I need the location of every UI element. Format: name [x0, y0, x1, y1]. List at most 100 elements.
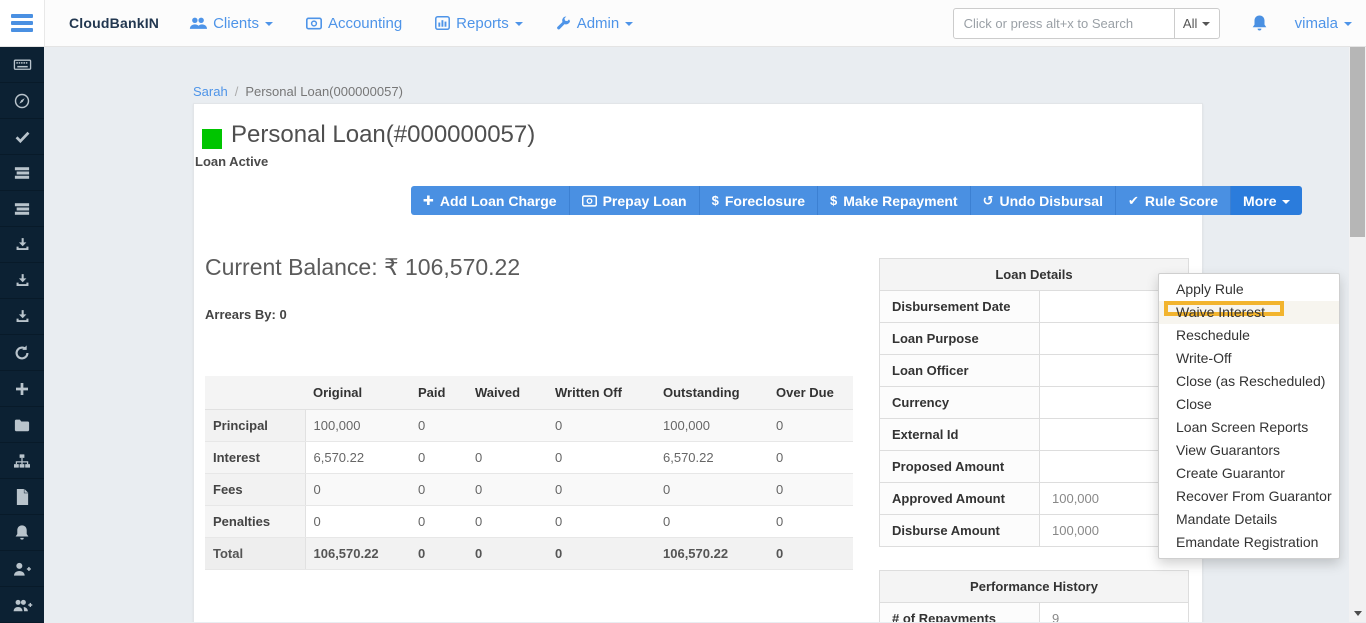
- menu-item-close[interactable]: Close: [1159, 393, 1339, 416]
- search-scope-dropdown[interactable]: All: [1174, 8, 1220, 39]
- menu-item-mandate-details[interactable]: Mandate Details: [1159, 508, 1339, 531]
- cell: 0: [467, 442, 547, 474]
- menu-item-label: Write-Off: [1176, 350, 1232, 366]
- scrollbar-thumb[interactable]: [1350, 47, 1365, 237]
- nav-menu-reports[interactable]: Reports: [435, 15, 523, 32]
- user-menu[interactable]: vimala: [1295, 15, 1352, 32]
- caret-down-icon: [1202, 22, 1210, 26]
- button-label: Make Repayment: [843, 193, 957, 209]
- menu-item-loan-screen-reports[interactable]: Loan Screen Reports: [1159, 416, 1339, 439]
- nav-menu-admin[interactable]: Admin: [556, 15, 634, 32]
- caret-down-icon: [1282, 200, 1290, 204]
- cell: 0: [655, 506, 768, 538]
- detail-label: Loan Officer: [880, 355, 1040, 387]
- cell: 0: [547, 474, 655, 506]
- detail-label: Disburse Amount: [880, 515, 1040, 547]
- global-search-input[interactable]: [953, 8, 1175, 39]
- button-label: Undo Disbursal: [1000, 193, 1103, 209]
- arrears-value: 0: [279, 307, 286, 322]
- caret-down-icon: [515, 22, 523, 26]
- sidebar-refresh-icon[interactable]: [0, 335, 44, 371]
- sidebar-bell-icon[interactable]: [0, 515, 44, 551]
- cell: 0: [768, 410, 853, 442]
- hamburger-menu-icon[interactable]: [0, 0, 45, 46]
- menu-item-emandate-registration[interactable]: Emandate Registration: [1159, 531, 1339, 554]
- sidebar-download-icon[interactable]: [0, 263, 44, 299]
- button-label: Add Loan Charge: [440, 193, 557, 209]
- money-icon: [582, 195, 597, 207]
- menu-item-reschedule[interactable]: Reschedule: [1159, 324, 1339, 347]
- col-header-blank: [205, 376, 305, 410]
- more-button[interactable]: More: [1231, 186, 1302, 215]
- detail-row: Loan Purpose: [880, 323, 1189, 355]
- menu-item-waive-interest[interactable]: Waive Interest: [1159, 301, 1339, 324]
- notifications-bell-icon[interactable]: [1251, 14, 1268, 32]
- menu-item-label: View Guarantors: [1176, 442, 1280, 458]
- detail-row: Disburse Amount100,000: [880, 515, 1189, 547]
- scrollbar-down-arrow[interactable]: [1349, 605, 1366, 622]
- sidebar-folder-icon[interactable]: [0, 407, 44, 443]
- menu-item-recover-from-guarantor[interactable]: Recover From Guarantor: [1159, 485, 1339, 508]
- foreclosure-button[interactable]: $Foreclosure: [700, 186, 818, 215]
- make-repayment-button[interactable]: $ Make Repayment: [818, 186, 971, 215]
- caret-down-icon: [265, 22, 273, 26]
- undo-disbursal-button[interactable]: ↺Undo Disbursal: [971, 186, 1116, 215]
- menu-item-close-as-rescheduled[interactable]: Close (as Rescheduled): [1159, 370, 1339, 393]
- cell: 0: [410, 474, 467, 506]
- rule-score-button[interactable]: ✔Rule Score: [1116, 186, 1231, 215]
- sidebar-sitemap-icon[interactable]: [0, 443, 44, 479]
- detail-label: Approved Amount: [880, 483, 1040, 515]
- sidebar-user-plus-icon[interactable]: [0, 551, 44, 587]
- row-label: Interest: [205, 442, 305, 474]
- table-row-interest: Interest 6,570.22 0 0 0 6,570.22 0: [205, 442, 853, 474]
- top-navbar: CloudBankIN Clients Accounting Reports A…: [0, 0, 1366, 47]
- sidebar-list-icon[interactable]: [0, 191, 44, 227]
- sidebar-download-icon[interactable]: [0, 299, 44, 335]
- menu-item-apply-rule[interactable]: Apply Rule: [1159, 278, 1339, 301]
- detail-value: 9: [1040, 603, 1189, 623]
- button-label: Prepay Loan: [603, 193, 687, 209]
- left-icon-sidebar: [0, 47, 44, 622]
- page-scrollbar[interactable]: [1349, 47, 1366, 622]
- loan-details-title: Loan Details: [880, 259, 1189, 291]
- loan-card: Personal Loan(#000000057) Loan Active ✚A…: [193, 103, 1203, 622]
- menu-item-label: Waive Interest: [1176, 304, 1265, 320]
- arrears-label: Arrears By:: [205, 307, 276, 322]
- cell: 0: [305, 506, 410, 538]
- sidebar-download-icon[interactable]: [0, 227, 44, 263]
- wrench-icon: [556, 16, 571, 31]
- menu-item-write-off[interactable]: Write-Off: [1159, 347, 1339, 370]
- breadcrumb-client-link[interactable]: Sarah: [193, 84, 228, 99]
- detail-label: Currency: [880, 387, 1040, 419]
- nav-menu-clients[interactable]: Clients: [189, 15, 273, 32]
- detail-row: Approved Amount100,000: [880, 483, 1189, 515]
- loan-details-table: Loan Details Disbursement Date Loan Purp…: [879, 258, 1189, 547]
- sidebar-check-icon[interactable]: [0, 119, 44, 155]
- users-icon: [189, 16, 207, 30]
- row-label: Total: [205, 538, 305, 570]
- cell: 0: [655, 474, 768, 506]
- cell: 0: [547, 410, 655, 442]
- sidebar-users-plus-icon[interactable]: [0, 587, 44, 623]
- dollar-icon: $: [712, 193, 719, 208]
- table-row-fees: Fees 0 0 0 0 0 0: [205, 474, 853, 506]
- detail-row: Loan Officer: [880, 355, 1189, 387]
- nav-menu-accounting[interactable]: Accounting: [306, 15, 402, 32]
- sidebar-file-icon[interactable]: [0, 479, 44, 515]
- cell: 106,570.22: [305, 538, 410, 570]
- add-loan-charge-button[interactable]: ✚Add Loan Charge: [411, 186, 570, 215]
- menu-item-view-guarantors[interactable]: View Guarantors: [1159, 439, 1339, 462]
- detail-label: Proposed Amount: [880, 451, 1040, 483]
- sidebar-plus-icon[interactable]: [0, 371, 44, 407]
- cell: 0: [467, 506, 547, 538]
- sidebar-keyboard-icon[interactable]: [0, 47, 44, 83]
- cell: 0: [547, 538, 655, 570]
- arrears: Arrears By: 0: [205, 307, 287, 322]
- col-header-over-due: Over Due: [768, 376, 853, 410]
- menu-item-create-guarantor[interactable]: Create Guarantor: [1159, 462, 1339, 485]
- sidebar-list-icon[interactable]: [0, 155, 44, 191]
- prepay-loan-button[interactable]: Prepay Loan: [570, 186, 700, 215]
- dollar-icon: $: [830, 193, 837, 208]
- nav-menu-label: Admin: [577, 15, 620, 32]
- sidebar-compass-icon[interactable]: [0, 83, 44, 119]
